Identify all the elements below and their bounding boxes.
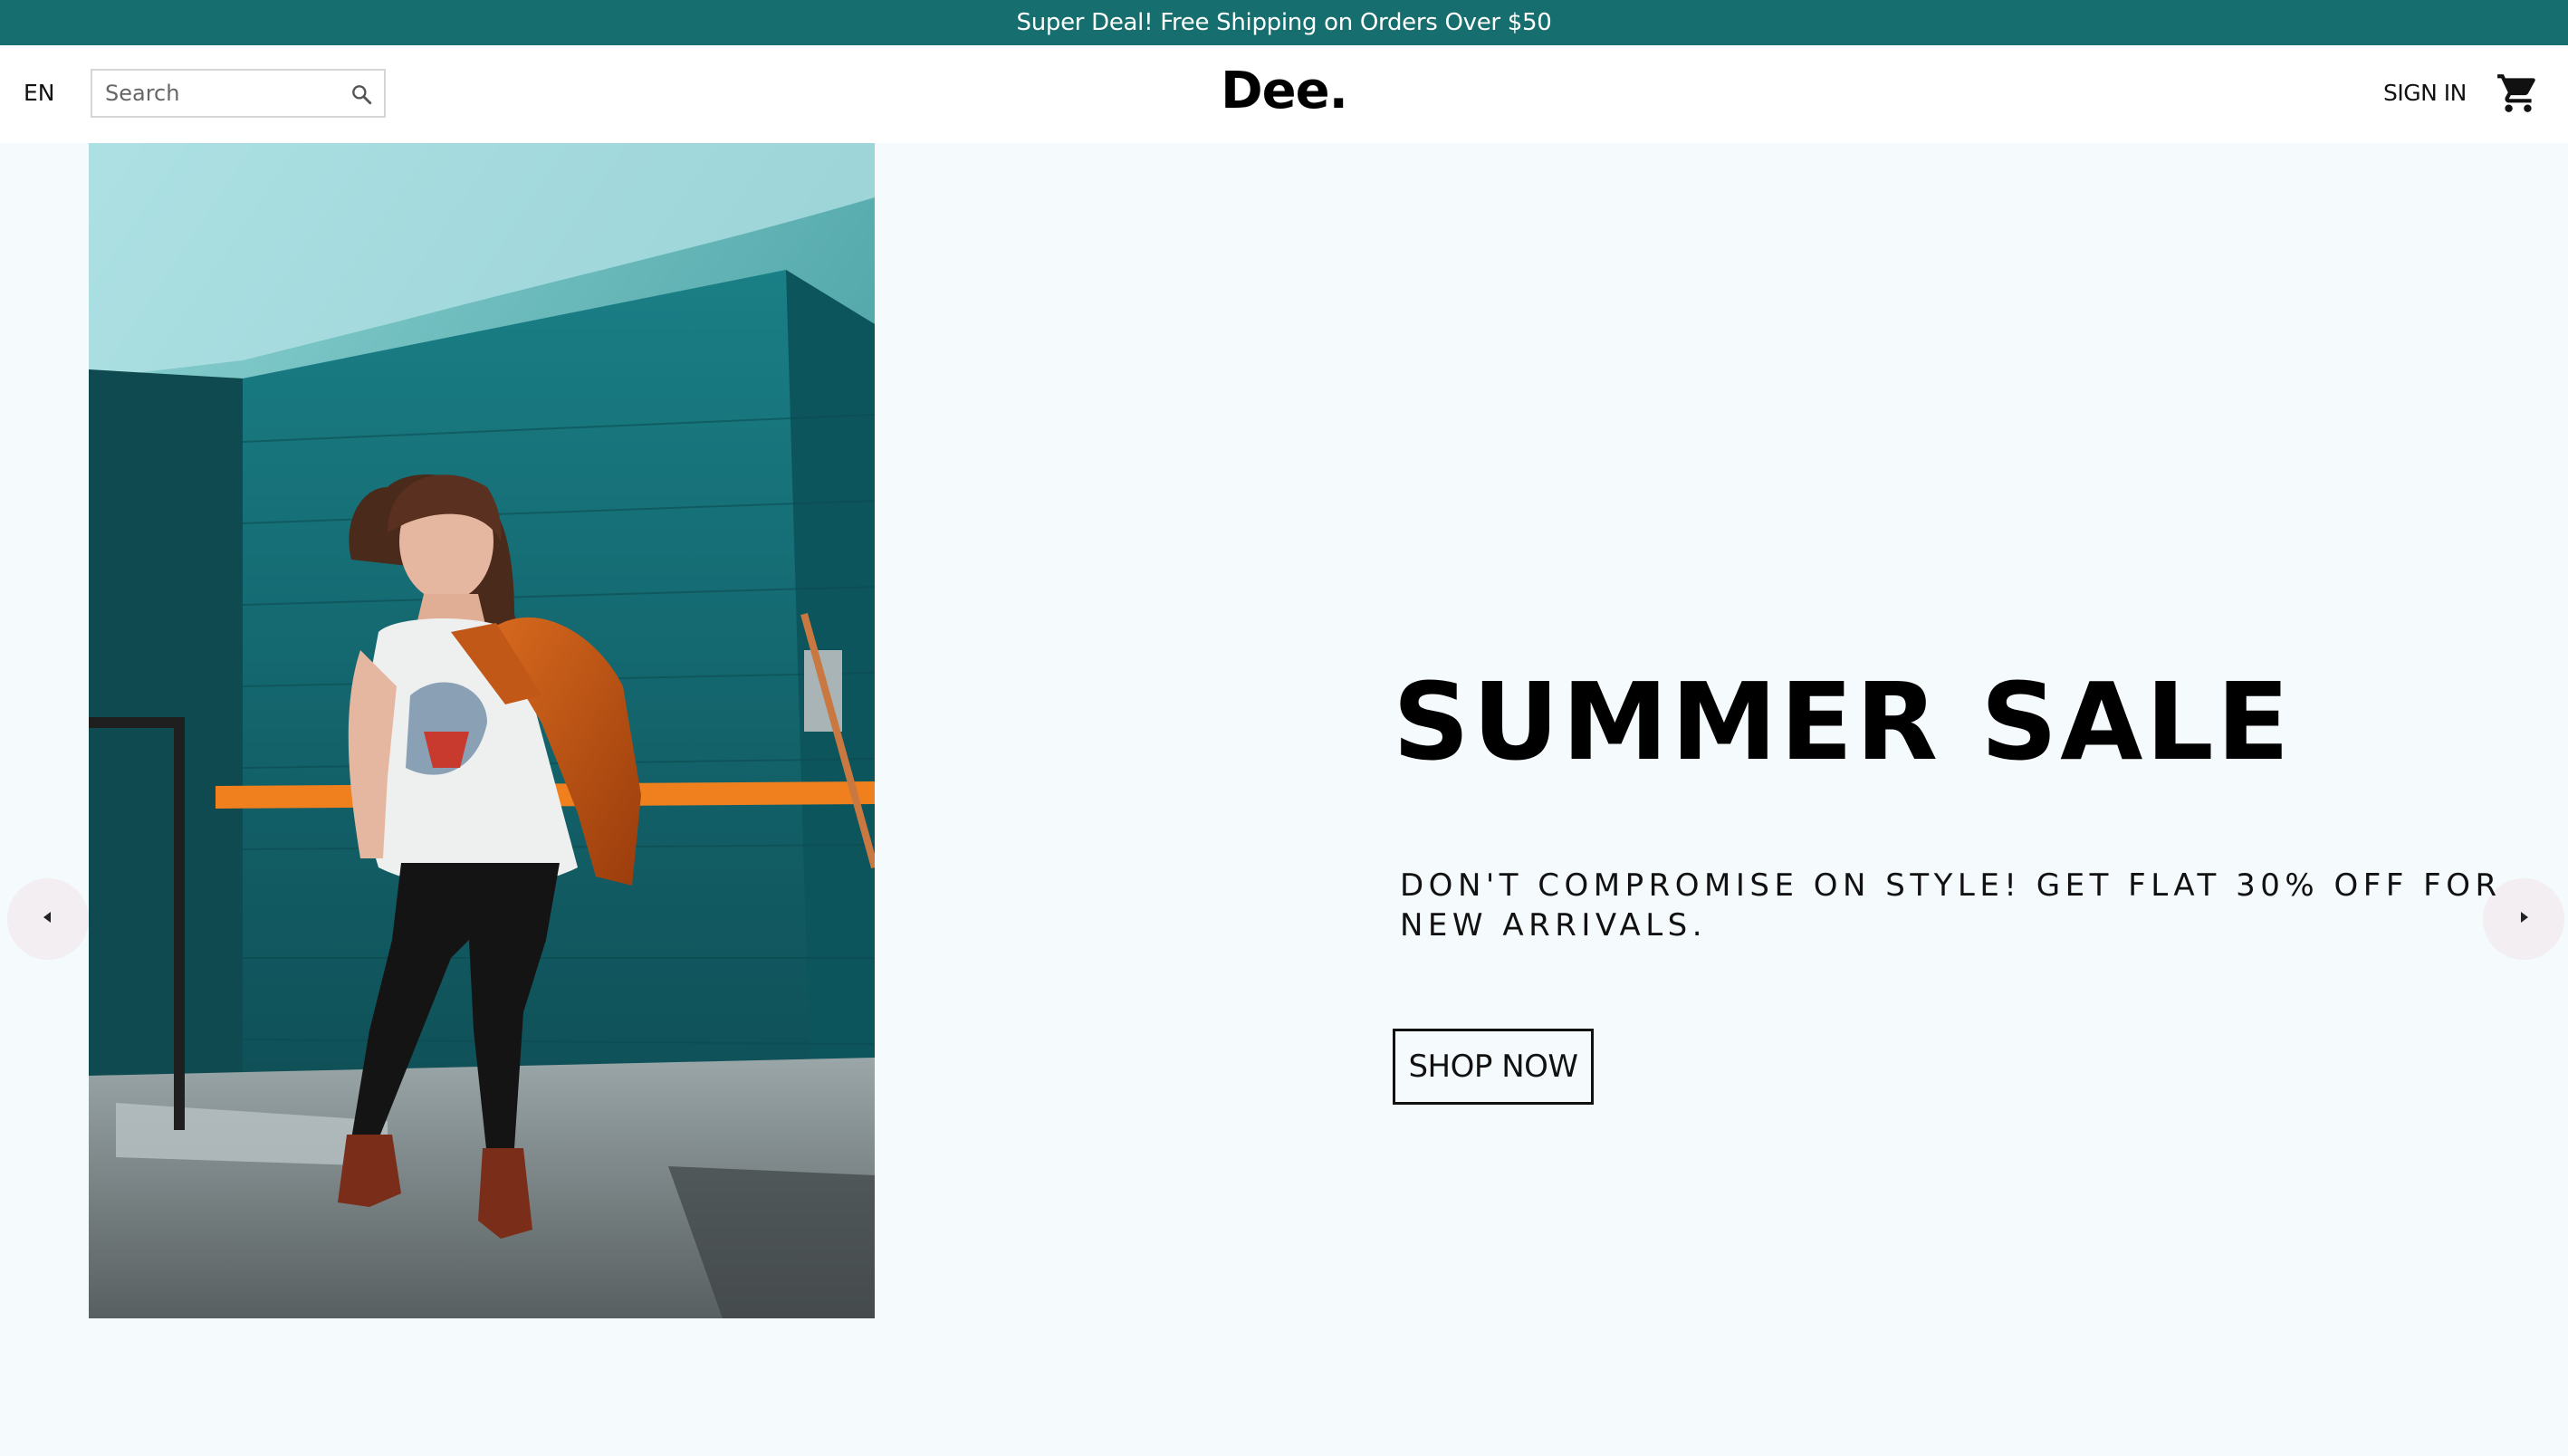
search-container (91, 69, 386, 118)
search-input[interactable] (103, 80, 339, 107)
language-selector[interactable]: EN (24, 80, 55, 106)
shop-now-button[interactable]: SHOP NOW (1393, 1029, 1594, 1105)
chevron-left-icon (39, 908, 57, 930)
search-icon[interactable] (350, 82, 373, 106)
hero-title: SUMMER SALE (1393, 659, 2293, 784)
hero-description: DON'T COMPROMISE ON STYLE! GET FLAT 30% … (1400, 867, 2502, 944)
shopping-cart-icon[interactable] (2496, 71, 2541, 116)
hero-model-photo (89, 143, 875, 1318)
sign-in-link[interactable]: SIGN IN (2383, 80, 2467, 106)
hero-slider: SUMMER SALE DON'T COMPROMISE ON STYLE! G… (0, 143, 2568, 1456)
slider-prev-button[interactable] (7, 878, 89, 960)
brand-logo[interactable]: Dee. (1177, 62, 1391, 120)
announcement-text: Super Deal! Free Shipping on Orders Over… (1016, 9, 1552, 36)
navbar: EN Dee. SIGN IN (0, 45, 2568, 143)
announcement-bar: Super Deal! Free Shipping on Orders Over… (0, 0, 2568, 45)
